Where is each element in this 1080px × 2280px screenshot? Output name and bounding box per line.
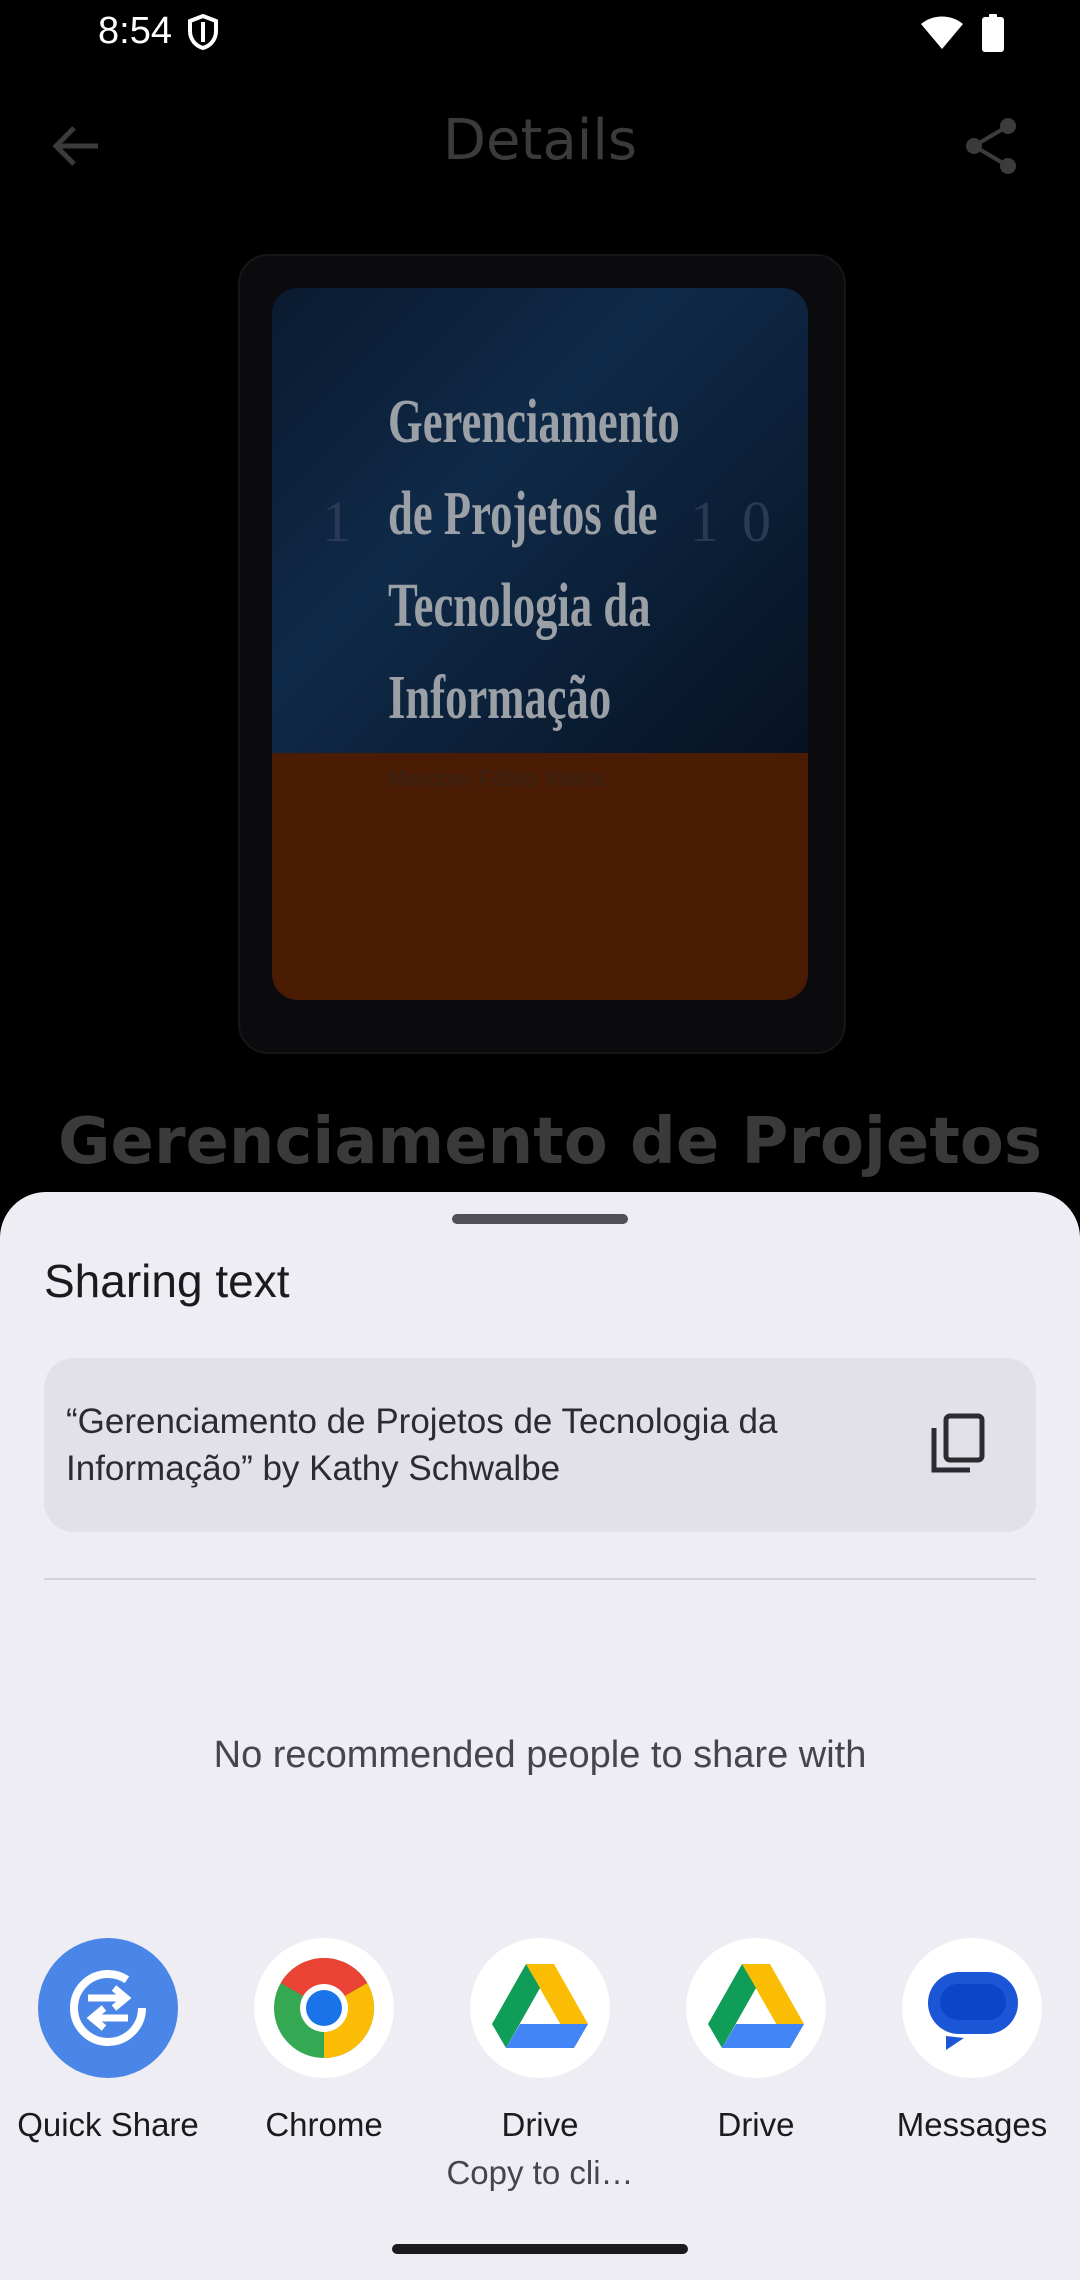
wifi-icon [921, 16, 963, 49]
drive-icon [686, 1938, 826, 2078]
share-target-label: Messages [896, 2106, 1048, 2143]
share-icon[interactable] [964, 116, 1020, 176]
cover-title: Gerenciamento de Projetos de Tecnologia … [388, 388, 680, 732]
book-title: Gerenciamento de Projetos [58, 1105, 1042, 1179]
messages-icon [902, 1938, 1042, 2078]
share-target-messages[interactable]: Messages [864, 1938, 1080, 2144]
share-target-sublabel: Copy to cli… [446, 2154, 634, 2191]
quick-share-icon [38, 1938, 178, 2078]
shared-text-card: “Gerenciamento de Projetos de Tecnologia… [44, 1358, 1036, 1532]
status-bar: 8:54 [0, 0, 1080, 70]
status-time: 8:54 [98, 10, 172, 52]
app-bar: Details [0, 90, 1080, 200]
share-target-label: Drive [717, 2106, 795, 2143]
cover-number: 1 [690, 489, 719, 554]
share-target-quick-share[interactable]: Quick Share [0, 1938, 216, 2144]
share-target-drive-copy[interactable]: Drive Copy to cli… [432, 1938, 648, 2192]
book-cover-image: 1 1 0 Gerenciamento de Projetos de Tecno… [272, 288, 808, 1000]
share-target-label: Chrome [265, 2106, 383, 2143]
page-title: Details [442, 108, 638, 173]
share-target-label: Drive [501, 2106, 579, 2143]
drive-icon [470, 1938, 610, 2078]
cover-author: Marconi Fábio Vieira [388, 766, 603, 791]
share-target-drive[interactable]: Drive [648, 1938, 864, 2144]
chrome-icon [254, 1938, 394, 2078]
share-target-chrome[interactable]: Chrome [216, 1938, 432, 2144]
share-target-label: Quick Share [17, 2106, 199, 2143]
shared-text: “Gerenciamento de Projetos de Tecnologia… [66, 1402, 778, 1488]
copy-icon[interactable] [928, 1412, 986, 1476]
cover-number: 0 [742, 489, 771, 554]
gesture-nav-handle[interactable] [392, 2244, 688, 2254]
no-recommended-people-text: No recommended people to share with [213, 1734, 867, 1776]
battery-icon [982, 14, 1004, 52]
share-sheet: Sharing text “Gerenciamento de Projetos … [0, 1192, 1080, 2280]
share-sheet-title: Sharing text [44, 1255, 290, 1307]
divider [44, 1578, 1036, 1580]
drag-handle[interactable] [452, 1214, 628, 1224]
shield-icon [188, 14, 218, 50]
cover-number: 1 [322, 489, 351, 554]
